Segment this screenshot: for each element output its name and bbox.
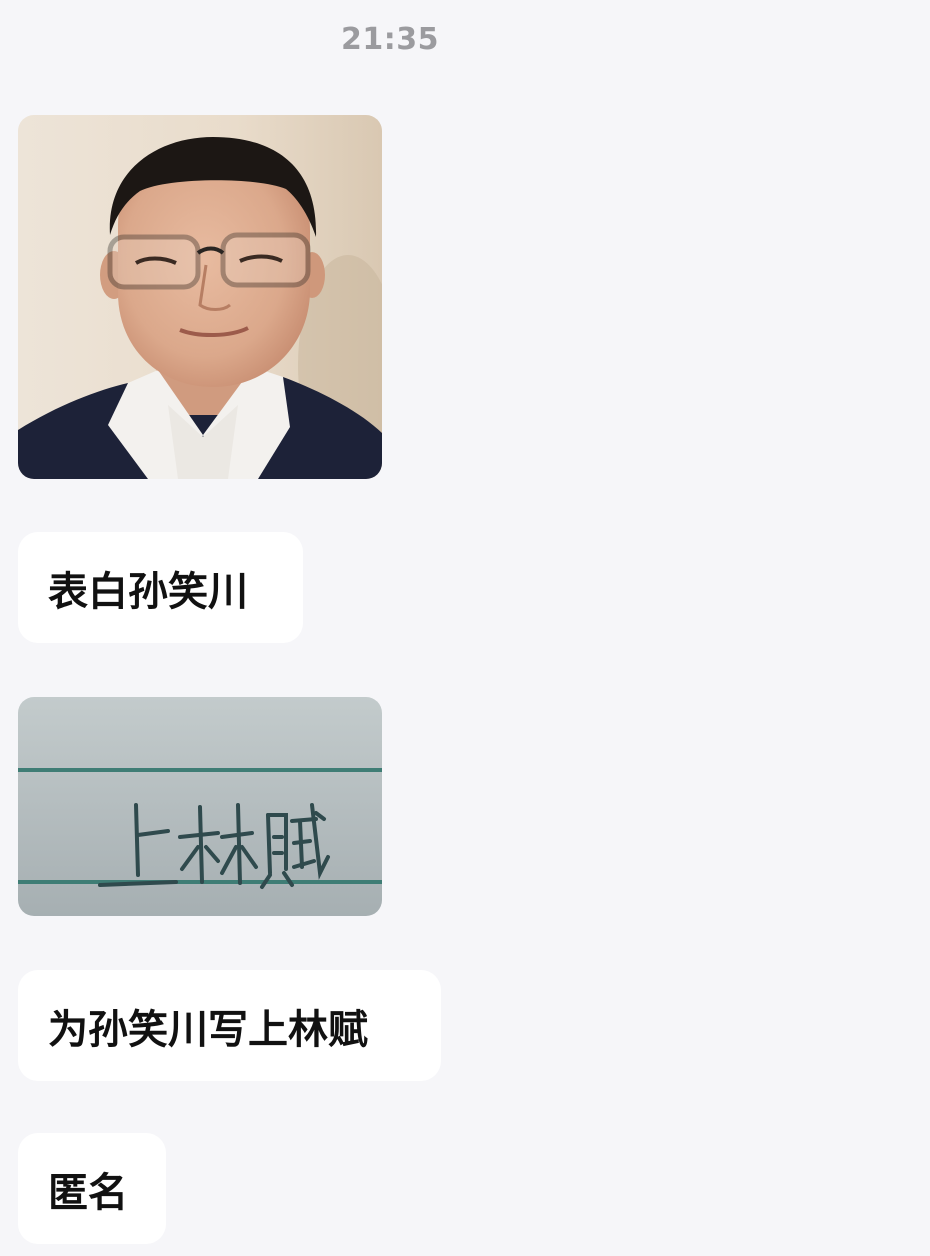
message-timestamp: 21:35	[341, 22, 439, 57]
handwriting-photo	[18, 697, 382, 916]
image-message-portrait[interactable]	[18, 115, 382, 479]
portrait-photo	[18, 115, 382, 479]
text-message[interactable]: 为孙笑川写上林赋	[18, 970, 441, 1081]
text-message[interactable]: 匿名	[18, 1133, 166, 1244]
text-message[interactable]: 表白孙笑川	[18, 532, 303, 643]
image-message-handwriting[interactable]	[18, 697, 382, 916]
